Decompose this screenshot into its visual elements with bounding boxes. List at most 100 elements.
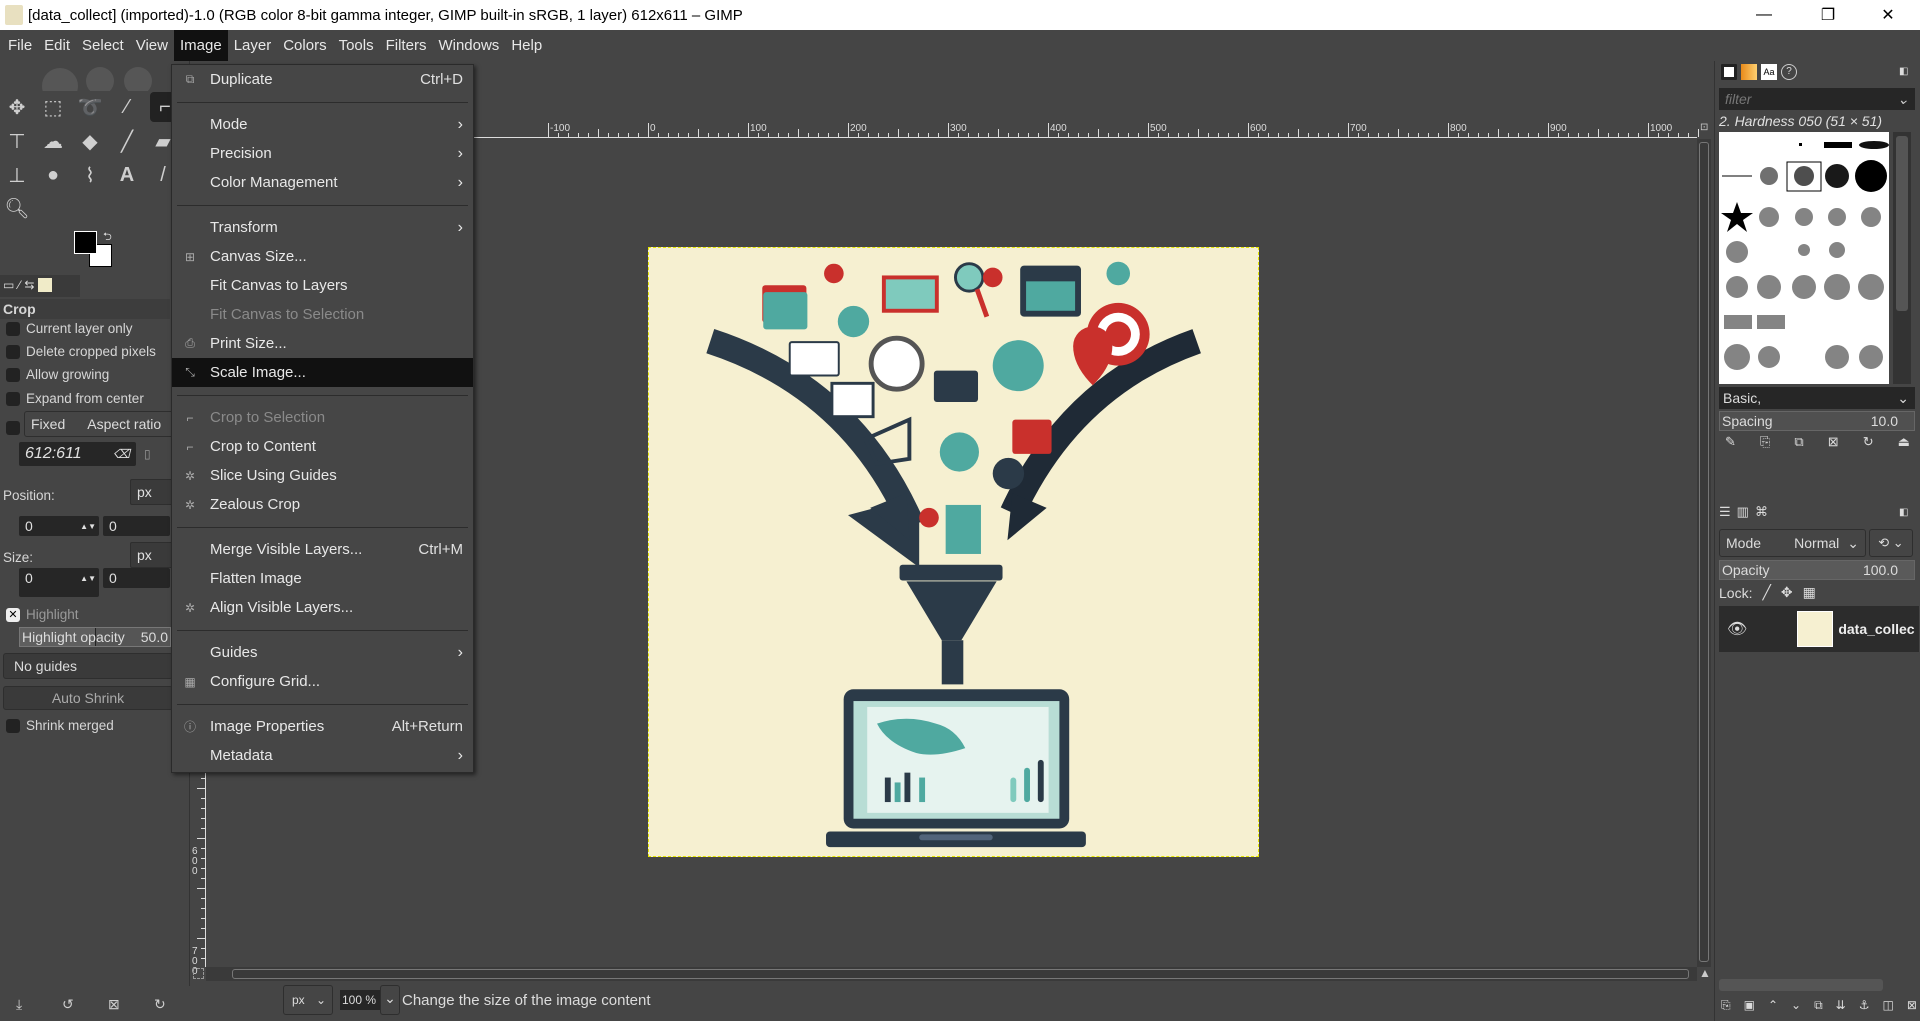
navigate-icon[interactable]: ▲ — [1699, 966, 1711, 980]
transform-tool-icon[interactable]: ⊤ — [4, 128, 30, 154]
minimize-button[interactable]: — — [1736, 0, 1792, 30]
ratio-input[interactable]: 612:611 ⌫ — [19, 442, 136, 466]
lower-layer-icon[interactable]: ⌄ — [1791, 998, 1801, 1013]
delete-cropped-checkbox[interactable]: Delete cropped pixels — [6, 344, 156, 359]
new-layer-icon[interactable]: ⎘ — [1721, 998, 1731, 1013]
menu-item-align-visible-layers[interactable]: ✲ Align Visible Layers... — [172, 593, 473, 622]
image-canvas[interactable] — [648, 247, 1259, 857]
foreground-color[interactable] — [74, 231, 97, 254]
fonts-tab-icon[interactable]: Aa — [1761, 64, 1777, 80]
reset-options-icon[interactable]: ↻ — [154, 996, 166, 1013]
menu-item-merge-visible-layers[interactable]: Merge Visible Layers... Ctrl+M — [172, 535, 473, 564]
layer-opacity-slider[interactable]: Opacity 100.0 — [1719, 560, 1915, 580]
delete-brush-icon[interactable]: ⊠ — [1828, 434, 1839, 450]
brushes-tab-icon[interactable] — [1721, 64, 1737, 80]
menu-help[interactable]: Help — [505, 30, 548, 61]
menu-layer[interactable]: Layer — [228, 30, 278, 61]
restore-options-icon[interactable]: ↺ — [62, 996, 74, 1013]
menu-item-guides[interactable]: Guides › — [172, 638, 473, 667]
layer-row[interactable]: 👁︎ data_collec — [1719, 606, 1919, 652]
fixed-checkbox[interactable] — [6, 421, 20, 435]
spin-icon[interactable]: ▲▼ — [80, 574, 99, 583]
paths-tool-icon[interactable]: ⌇ — [77, 162, 103, 188]
tool-options-tab-icon[interactable]: ▭ — [3, 278, 14, 294]
spin-icon[interactable]: ▲▼ — [80, 522, 99, 531]
new-group-icon[interactable]: ▣ — [1744, 998, 1755, 1013]
menu-item-transform[interactable]: Transform › — [172, 213, 473, 242]
composite-mode-select[interactable]: ⟲ ⌄ — [1869, 529, 1913, 557]
menu-item-configure-grid[interactable]: ▦ Configure Grid... — [172, 667, 473, 696]
patterns-tab-icon[interactable] — [1741, 64, 1757, 80]
menu-item-duplicate[interactable]: ⧉ Duplicate Ctrl+D — [172, 65, 473, 94]
clear-icon[interactable]: ⌫ — [113, 447, 130, 461]
portrait-icon[interactable]: ▯ — [144, 447, 151, 461]
paintbrush-tool-icon[interactable]: ╱ — [114, 128, 140, 154]
layer-mode-select[interactable]: Mode Normal ⌄ — [1719, 529, 1866, 557]
allow-growing-checkbox[interactable]: Allow growing — [6, 367, 109, 382]
delete-options-icon[interactable]: ⊠ — [108, 996, 120, 1013]
expand-from-center-checkbox[interactable]: Expand from center — [6, 391, 144, 406]
menu-item-fit-canvas-to-selection[interactable]: Fit Canvas to Selection — [172, 300, 473, 329]
unit-select[interactable]: px ⌄ — [283, 985, 333, 1015]
menu-select[interactable]: Select — [76, 30, 130, 61]
menu-item-metadata[interactable]: Metadata › — [172, 741, 473, 770]
zoom-dropdown-button[interactable]: ⌄ — [380, 985, 400, 1015]
dock-menu-icon[interactable]: ◧ — [1899, 507, 1908, 518]
menu-item-crop-to-content[interactable]: ⌐ Crop to Content — [172, 432, 473, 461]
menu-item-print-size[interactable]: ⎙ Print Size... — [172, 329, 473, 358]
zoom-input[interactable]: 100 % — [340, 990, 380, 1010]
brush-tag-select[interactable]: Basic, ⌄ — [1719, 387, 1915, 409]
clone-tool-icon[interactable]: ⊥ — [4, 162, 30, 188]
close-button[interactable]: ✕ — [1860, 0, 1916, 30]
layer-name[interactable]: data_collec — [1838, 621, 1914, 637]
menu-view[interactable]: View — [130, 30, 174, 61]
duplicate-layer-icon[interactable]: ⧉ — [1814, 998, 1823, 1013]
smudge-tool-icon[interactable]: ● — [40, 162, 66, 188]
move-tool-icon[interactable]: ✥ — [4, 94, 30, 120]
position-x-input[interactable]: 0 ▲▼ — [19, 516, 99, 536]
warp-tool-icon[interactable]: ☁ — [40, 128, 66, 154]
size-y-input[interactable]: 0 — [103, 568, 170, 588]
vertical-scrollbar[interactable] — [1697, 139, 1711, 967]
menu-image[interactable]: Image — [173, 30, 228, 61]
current-layer-only-checkbox[interactable]: Current layer only — [6, 321, 133, 336]
help-tab-icon[interactable]: ? — [1781, 64, 1797, 80]
shrink-merged-checkbox[interactable]: Shrink merged — [6, 718, 114, 733]
visibility-eye-icon[interactable]: 👁︎ — [1727, 619, 1747, 639]
menu-item-image-properties[interactable]: ⓘ Image Properties Alt+Return — [172, 712, 473, 741]
merge-layer-icon[interactable]: ⇊ — [1836, 998, 1846, 1013]
menu-colors[interactable]: Colors — [277, 30, 332, 61]
menu-item-zealous-crop[interactable]: ✲ Zealous Crop — [172, 490, 473, 519]
brush-filter-input[interactable]: filter ⌄ — [1719, 88, 1915, 110]
lock-pixels-icon[interactable]: ╱ — [1762, 584, 1770, 601]
save-options-icon[interactable]: ⤓ — [16, 996, 22, 1013]
brush-grid[interactable] — [1719, 132, 1889, 384]
menu-item-mode[interactable]: Mode › — [172, 110, 473, 139]
menu-filters[interactable]: Filters — [380, 30, 433, 61]
fixed-mode-select[interactable]: Fixed Aspect ratio — [24, 411, 174, 437]
open-brush-icon[interactable]: ⏏ — [1898, 434, 1910, 450]
bucket-fill-tool-icon[interactable]: ◆ — [77, 128, 103, 154]
layers-tab-icon[interactable]: ☰ — [1719, 504, 1731, 520]
lasso-tool-icon[interactable]: ➰ — [77, 94, 103, 120]
menu-item-precision[interactable]: Precision › — [172, 139, 473, 168]
raise-layer-icon[interactable]: ⌃ — [1768, 998, 1778, 1013]
delete-layer-icon[interactable]: ⊠ — [1907, 998, 1917, 1013]
zoom-fit-icon[interactable]: ⊡ — [1700, 122, 1712, 136]
fuzzy-select-tool-icon[interactable]: ⁄ — [114, 94, 140, 120]
brush-grid-scrollbar[interactable] — [1893, 132, 1911, 384]
highlight-opacity-slider[interactable]: Highlight opacity 50.0 — [19, 627, 171, 647]
lock-alpha-icon[interactable]: ▦ — [1803, 584, 1816, 601]
menu-tools[interactable]: Tools — [333, 30, 380, 61]
menu-windows[interactable]: Windows — [432, 30, 505, 61]
menu-item-crop-to-selection[interactable]: ⌐ Crop to Selection — [172, 403, 473, 432]
paths-tab-icon[interactable]: ⌘ — [1755, 504, 1768, 520]
device-status-tab-icon[interactable]: ⁄ — [18, 278, 20, 294]
undo-history-tab-icon[interactable]: ⇆ — [24, 278, 34, 294]
menu-item-scale-image[interactable]: ⤡ Scale Image... — [172, 358, 473, 387]
auto-shrink-button[interactable]: Auto Shrink — [3, 686, 173, 710]
layers-hscrollbar[interactable] — [1719, 979, 1883, 991]
menu-edit[interactable]: Edit — [38, 30, 76, 61]
position-y-input[interactable]: 0 — [103, 516, 170, 536]
menu-item-slice-using-guides[interactable]: ✲ Slice Using Guides — [172, 461, 473, 490]
